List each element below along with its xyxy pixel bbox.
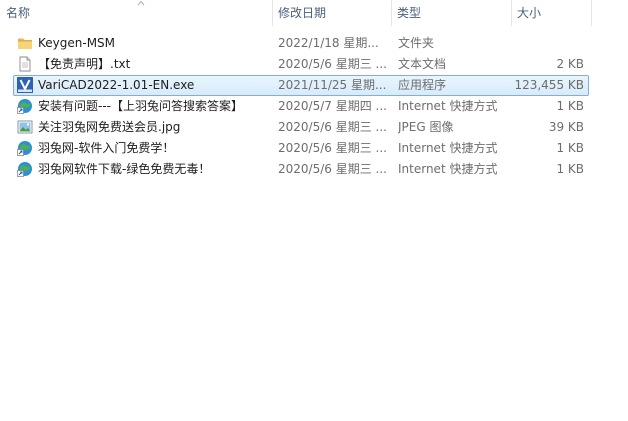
file-name: 羽兔网软件下载-绿色免费无毒！ xyxy=(38,162,211,176)
file-type: Internet 快捷方式 xyxy=(398,141,498,155)
file-type: 文本文档 xyxy=(398,57,447,71)
column-date-header[interactable]: 修改日期 xyxy=(272,0,391,26)
file-type: Internet 快捷方式 xyxy=(398,99,498,113)
internet-shortcut-icon xyxy=(17,141,32,156)
file-size: 1 KB xyxy=(556,99,584,113)
file-list: Keygen-MSM 2022/1/18 星期... 文件夹 【免责声明】.tx… xyxy=(0,33,628,180)
file-row[interactable]: 羽兔网软件下载-绿色免费无毒！ 2020/5/6 星期三 ... Interne… xyxy=(0,159,628,180)
folder-icon xyxy=(18,38,32,49)
column-size-header[interactable]: 大小 xyxy=(511,0,591,26)
column-name-header[interactable]: 名称 xyxy=(0,0,272,26)
file-size: 2 KB xyxy=(556,57,584,71)
file-date: 2020/5/6 星期三 ... xyxy=(278,141,387,155)
file-name: VariCAD2022-1.01-EN.exe xyxy=(38,78,195,92)
file-name: Keygen-MSM xyxy=(38,36,116,50)
file-type: 文件夹 xyxy=(398,36,435,50)
file-size: 123,455 KB xyxy=(514,78,584,92)
file-explorer: 名称 修改日期 类型 大小 Keygen-MSM 2022/1/18 星期...… xyxy=(0,0,628,421)
column-divider[interactable] xyxy=(591,0,592,26)
file-row[interactable]: 羽兔网-软件入门免费学！ 2020/5/6 星期三 ... Internet 快… xyxy=(0,138,628,159)
column-header: 名称 修改日期 类型 大小 xyxy=(0,0,628,26)
internet-shortcut-icon xyxy=(17,162,32,177)
file-row[interactable]: 【免责声明】.txt 2020/5/6 星期三 ... 文本文档 2 KB xyxy=(0,54,628,75)
file-name: 【免责声明】.txt xyxy=(38,57,131,71)
file-name: 羽兔网-软件入门免费学！ xyxy=(38,141,175,155)
varicad-app-icon xyxy=(17,77,33,93)
file-row-selected[interactable]: VariCAD2022-1.01-EN.exe 2021/11/25 星期...… xyxy=(0,75,628,96)
file-date: 2020/5/7 星期四 ... xyxy=(278,99,387,113)
image-file-icon xyxy=(17,120,33,134)
file-size: 1 KB xyxy=(556,141,584,155)
file-date: 2020/5/6 星期三 ... xyxy=(278,57,387,71)
file-size xyxy=(512,33,584,53)
file-name: 关注羽兔网免费送会员.jpg xyxy=(38,120,181,134)
file-date: 2020/5/6 星期三 ... xyxy=(278,162,387,176)
file-type: Internet 快捷方式 xyxy=(398,162,498,176)
file-date: 2022/1/18 星期... xyxy=(278,36,379,50)
file-size: 39 KB xyxy=(548,120,584,134)
file-date: 2020/5/6 星期三 ... xyxy=(278,120,387,134)
file-type: 应用程序 xyxy=(398,78,447,92)
file-row[interactable]: 安装有问题---【上羽兔问答搜索答案】 2020/5/7 星期四 ... Int… xyxy=(0,96,628,117)
file-date: 2021/11/25 星期... xyxy=(278,78,387,92)
file-name: 安装有问题---【上羽兔问答搜索答案】 xyxy=(38,99,243,113)
file-row[interactable]: 关注羽兔网免费送会员.jpg 2020/5/6 星期三 ... JPEG 图像 … xyxy=(0,117,628,138)
column-type-header[interactable]: 类型 xyxy=(391,0,511,26)
file-row[interactable]: Keygen-MSM 2022/1/18 星期... 文件夹 xyxy=(0,33,628,54)
file-size: 1 KB xyxy=(556,162,584,176)
file-type: JPEG 图像 xyxy=(398,120,454,134)
internet-shortcut-icon xyxy=(17,99,32,114)
text-file-icon xyxy=(19,56,31,72)
